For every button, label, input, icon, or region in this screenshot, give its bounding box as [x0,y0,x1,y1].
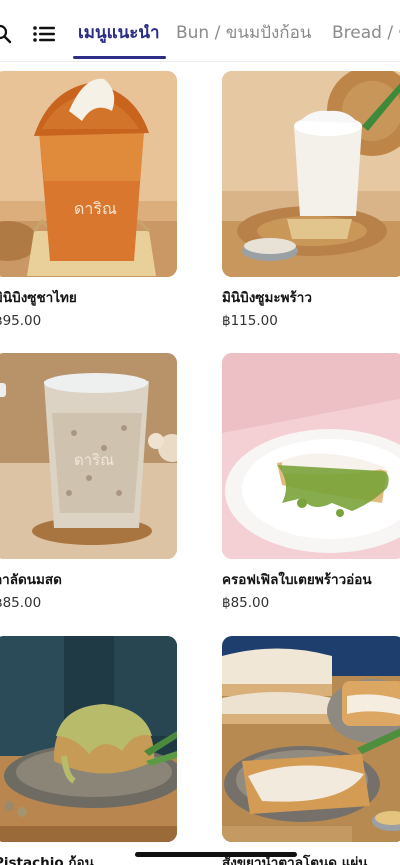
product-image [222,71,400,277]
brand-text: ดาริณ [74,451,114,469]
product-name: มินิบิงซูชาไทย [0,290,77,306]
menu-list-icon[interactable] [33,25,55,43]
category-tab-bar: เมนูแนะนำ Bun / ขนมปังก้อน Bread / ข [0,0,400,62]
home-indicator [135,852,297,857]
product-name: มินิบิงซูมะพร้าว [222,290,312,306]
product-image [222,636,400,842]
tab-bread[interactable]: Bread / ข [332,22,400,44]
tab-recommended[interactable]: เมนูแนะนำ [78,22,160,44]
product-name: กาลัดนมสด [0,572,62,588]
product-price: ฿85.00 [0,595,42,611]
product-price: ฿115.00 [222,313,278,329]
product-image: ดาริณ [0,353,177,559]
product-name: ครอฟเฟิลใบเตยพร้าวอ่อน [222,572,372,588]
product-price: ฿85.00 [222,595,270,611]
product-name: Pistachio ก้อน [0,855,94,865]
search-icon[interactable] [0,24,12,44]
product-image: ดาริณ [0,71,177,277]
product-price: ฿95.00 [0,313,42,329]
tab-bun[interactable]: Bun / ขนมปังก้อน [176,22,311,44]
product-image [222,353,400,559]
active-tab-indicator [73,56,166,59]
product-image [0,636,177,842]
brand-text: ดาริณ [74,199,117,218]
